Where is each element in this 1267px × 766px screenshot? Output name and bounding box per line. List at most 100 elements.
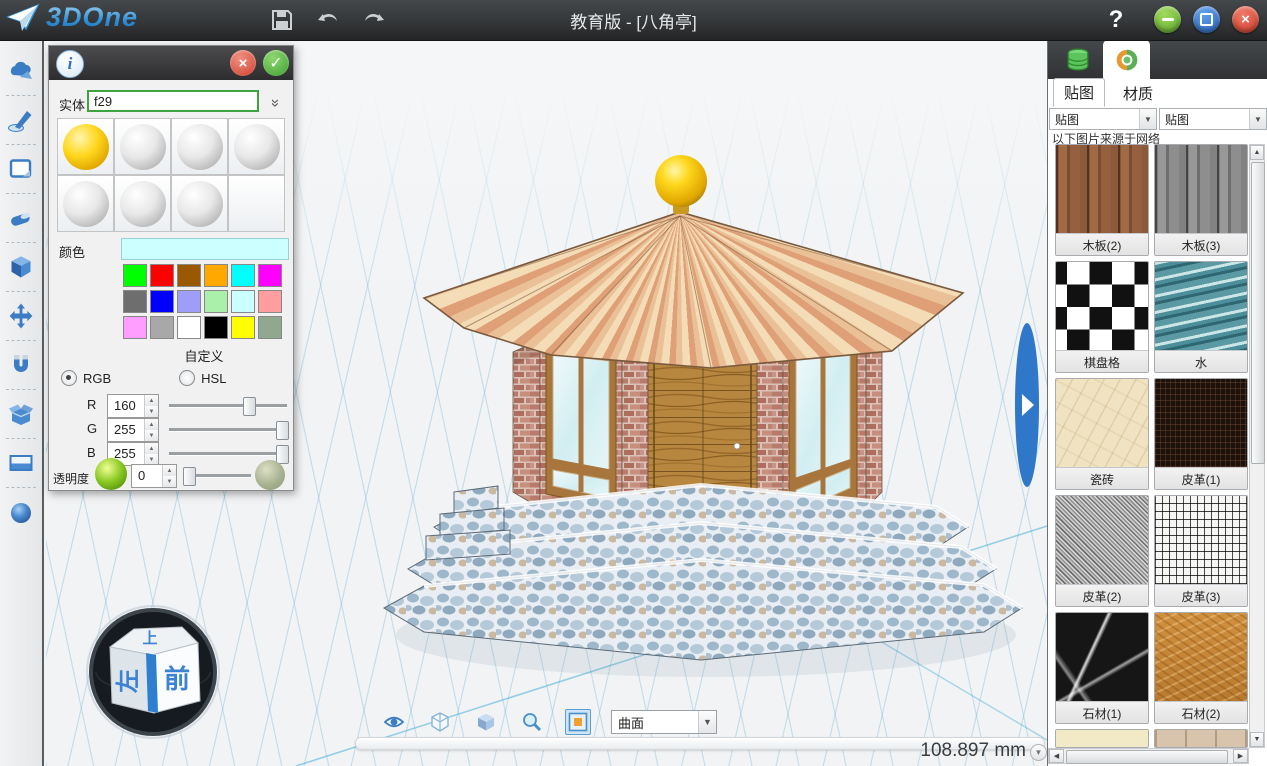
material-preset-chrome[interactable] [228,118,285,175]
palette-swatch[interactable] [177,290,201,313]
horizontal-scrollbar[interactable]: ◀ ▶ [1048,748,1249,764]
material-preset-chrome[interactable] [171,118,228,175]
palette-swatch[interactable] [258,290,282,313]
palette-swatch[interactable] [123,316,147,339]
palette-swatch[interactable] [123,290,147,313]
subtab-textures[interactable]: 贴图 [1053,78,1105,107]
visibility-icon[interactable] [381,709,407,735]
opacity-preview-sphere[interactable] [95,458,127,490]
palette-swatch[interactable] [204,264,228,287]
palette-swatch[interactable] [177,316,201,339]
combine-icon[interactable] [3,395,39,433]
cancel-button[interactable]: × [230,50,256,76]
texture-item[interactable] [1055,729,1149,748]
palette-swatch[interactable] [258,316,282,339]
slider-thumb[interactable] [276,421,289,440]
texture-item[interactable]: 皮革(2) [1055,495,1149,607]
display-mode-dropdown[interactable]: 曲面 ▼ [611,710,717,734]
move-icon[interactable] [3,297,39,335]
material-preset-chrome[interactable] [114,175,171,232]
material-preset-chrome[interactable] [57,175,114,232]
save-button[interactable] [268,6,296,34]
render-mode-icon[interactable] [565,709,591,735]
texture-category-dropdown[interactable]: 贴图▼ [1049,108,1157,130]
info-icon[interactable]: i [56,50,84,78]
palette-swatch[interactable] [258,264,282,287]
material-preset-empty[interactable] [228,175,285,232]
help-button[interactable]: ? [1100,4,1132,36]
palette-swatch[interactable] [123,264,147,287]
texture-item[interactable]: 瓷砖 [1055,378,1149,490]
g-value-spinner[interactable]: 255▲▼ [107,418,159,442]
material-preset-chrome[interactable] [114,118,171,175]
hsl-radio[interactable]: HSL [179,370,226,386]
texture-item[interactable]: 棋盘格 [1055,261,1149,373]
surface-edit-icon[interactable] [3,199,39,237]
entity-input[interactable] [87,90,259,112]
current-color-swatch[interactable] [121,238,289,260]
redo-button[interactable] [360,6,388,34]
palette-swatch[interactable] [231,290,255,313]
view-cube[interactable]: 上 左 前 [87,606,219,738]
sketch-plane-icon[interactable] [3,150,39,188]
opacity-spinner[interactable]: 0 ▲▼ [131,464,177,488]
scroll-down-icon[interactable]: ▼ [1250,732,1264,747]
scroll-up-icon[interactable]: ▲ [1250,145,1264,160]
expand-chevron-icon[interactable]: » [267,93,285,111]
opacity-slider[interactable] [183,474,251,478]
palette-swatch[interactable] [231,264,255,287]
sketch-icon[interactable] [3,101,39,139]
feature-cube-icon[interactable] [3,248,39,286]
tab-materials[interactable] [1103,40,1150,79]
restore-button[interactable] [1193,6,1220,33]
rgb-radio[interactable]: RGB [61,370,111,386]
texture-item[interactable] [1154,729,1248,748]
wireframe-icon[interactable] [427,709,453,735]
g-slider[interactable] [169,428,287,432]
primitive-solids-icon[interactable] [3,52,39,90]
texture-item[interactable]: 皮革(3) [1154,495,1248,607]
display-mode-value: 曲面 [612,713,698,732]
b-slider[interactable] [169,452,287,456]
palette-swatch[interactable] [231,316,255,339]
dialog-header[interactable]: i × ✓ [49,46,293,80]
r-slider[interactable] [169,404,287,408]
texture-filter-dropdown[interactable]: 贴图▼ [1159,108,1267,130]
texture-item[interactable]: 木板(3) [1154,144,1248,256]
minimize-button[interactable] [1154,6,1181,33]
palette-swatch[interactable] [150,264,174,287]
tab-model-library[interactable] [1054,40,1101,79]
custom-color-link[interactable]: 自定义 [123,346,285,365]
texture-item[interactable]: 木板(2) [1055,144,1149,256]
texture-item[interactable]: 石材(2) [1154,612,1248,724]
measurement-unit-dropdown[interactable]: ▼ [1030,744,1047,761]
palette-swatch[interactable] [177,264,201,287]
material-preset-gold[interactable] [57,118,114,175]
scrollbar-thumb[interactable] [1251,162,1265,464]
shaded-icon[interactable] [473,709,499,735]
close-button[interactable]: × [1232,6,1259,33]
texture-item[interactable]: 石材(1) [1055,612,1149,724]
section-icon[interactable] [3,444,39,482]
texture-item[interactable]: 皮革(1) [1154,378,1248,490]
undo-button[interactable] [314,6,342,34]
zoom-icon[interactable] [519,709,545,735]
texture-item[interactable]: 水 [1154,261,1248,373]
magnet-constraint-icon[interactable] [3,346,39,384]
material-preset-chrome[interactable] [171,175,228,232]
scroll-left-icon[interactable]: ◀ [1049,749,1064,763]
slider-thumb[interactable] [276,445,289,464]
subtab-materials[interactable]: 材质 [1113,80,1163,107]
palette-swatch[interactable] [150,316,174,339]
vertical-scrollbar[interactable]: ▲ ▼ [1249,144,1265,748]
slider-thumb[interactable] [243,397,256,416]
confirm-button[interactable]: ✓ [263,50,289,76]
scrollbar-thumb[interactable] [1066,750,1228,764]
palette-swatch[interactable] [204,290,228,313]
r-value-spinner[interactable]: 160▲▼ [107,394,159,418]
palette-swatch[interactable] [204,316,228,339]
scroll-right-icon[interactable]: ▶ [1233,749,1248,763]
slider-thumb[interactable] [183,467,196,486]
palette-swatch[interactable] [150,290,174,313]
sphere-primitive-icon[interactable] [3,493,39,531]
